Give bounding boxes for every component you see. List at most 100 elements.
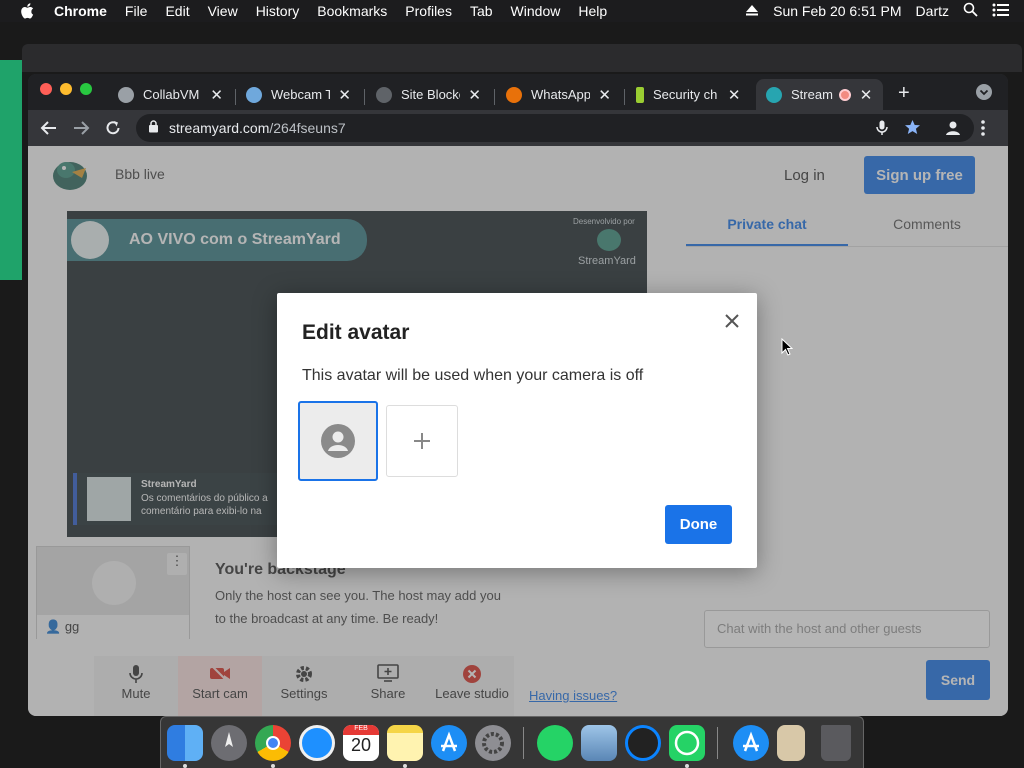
dock-divider [523, 727, 524, 759]
lock-icon[interactable] [148, 120, 159, 136]
bookmark-star-icon[interactable] [904, 119, 921, 139]
tab-divider [624, 89, 625, 105]
profile-icon[interactable] [944, 119, 962, 142]
desktop-background-window [0, 60, 22, 280]
tab-title: WhatsApp [531, 87, 591, 102]
menu-file[interactable]: File [125, 3, 148, 19]
document-thumbnail-icon[interactable] [777, 725, 805, 761]
streamyard-favicon-icon [766, 86, 782, 103]
globe-favicon-icon [376, 86, 392, 103]
menu-bar: Chrome File Edit View History Bookmarks … [0, 0, 1024, 22]
tab-close-icon[interactable]: ✕ [210, 86, 223, 104]
trash-icon[interactable] [821, 725, 851, 761]
running-indicator [685, 764, 689, 768]
whatsapp-app-icon[interactable] [669, 725, 705, 761]
menu-tab[interactable]: Tab [470, 3, 493, 19]
calendar-month: FEB [343, 725, 379, 735]
control-center-icon[interactable] [992, 3, 1010, 20]
tab-site-blocker[interactable]: Site Blocke ✕ [366, 79, 491, 110]
quicktime-icon[interactable] [625, 725, 661, 761]
tab-title: Webcam Te [271, 87, 331, 102]
menu-edit[interactable]: Edit [165, 3, 189, 19]
tab-webcam[interactable]: Webcam Te ✕ [236, 79, 361, 110]
background-window-toolbar [22, 44, 1022, 72]
safari-icon[interactable] [299, 725, 335, 761]
tab-title: CollabVM S [143, 87, 202, 102]
plus-icon [414, 433, 430, 449]
tab-strip: CollabVM S ✕ Webcam Te ✕ Site Blocke ✕ W… [28, 74, 1008, 110]
reload-icon[interactable] [104, 119, 122, 142]
tab-search-icon[interactable] [976, 84, 992, 100]
collabvm-favicon-icon [118, 86, 134, 103]
app-store-download-icon[interactable] [733, 725, 769, 761]
security-favicon-icon [636, 86, 644, 103]
tab-streamyard[interactable]: Stream ✕ [756, 79, 883, 110]
apple-icon[interactable] [20, 3, 38, 19]
done-button[interactable]: Done [665, 505, 732, 544]
tab-divider [364, 89, 365, 105]
warning-favicon-icon [506, 86, 522, 103]
running-indicator [271, 764, 275, 768]
tab-close-icon[interactable]: ✕ [338, 86, 351, 104]
menu-profiles[interactable]: Profiles [405, 3, 452, 19]
page-content: Bbb live Log in Sign up free AO VIVO com… [28, 146, 1008, 716]
user-avatar-icon [321, 424, 355, 458]
window-close-button[interactable] [40, 83, 52, 95]
browser-window: CollabVM S ✕ Webcam Te ✕ Site Blocke ✕ W… [28, 74, 1008, 716]
close-icon[interactable] [720, 309, 744, 333]
tab-security-check[interactable]: Security ch ✕ [626, 79, 751, 110]
menu-app-name[interactable]: Chrome [54, 3, 107, 19]
tab-title: Security ch [653, 87, 718, 102]
menu-user[interactable]: Dartz [916, 3, 949, 19]
tab-close-icon[interactable]: ✕ [859, 86, 873, 104]
preview-icon[interactable] [581, 725, 617, 761]
url-host: streamyard.com [169, 120, 270, 136]
tab-title: Site Blocke [401, 87, 461, 102]
mouse-cursor-icon [781, 337, 794, 361]
eject-icon[interactable] [745, 3, 759, 19]
running-indicator [403, 764, 407, 768]
menu-bookmarks[interactable]: Bookmarks [317, 3, 387, 19]
webcam-favicon-icon [246, 86, 262, 103]
menu-window[interactable]: Window [511, 3, 561, 19]
window-zoom-button[interactable] [80, 83, 92, 95]
notes-icon[interactable] [387, 725, 423, 761]
calendar-date: 20 [350, 735, 372, 755]
address-bar[interactable]: streamyard.com /264fseuns7 [136, 114, 974, 142]
microphone-icon[interactable] [876, 120, 888, 139]
edit-avatar-dialog: Edit avatar This avatar will be used whe… [277, 293, 757, 568]
finder-icon[interactable] [167, 725, 203, 761]
back-arrow-icon[interactable] [40, 119, 58, 142]
tab-close-icon[interactable]: ✕ [468, 86, 481, 104]
app-store-icon[interactable] [431, 725, 467, 761]
add-avatar-button[interactable] [386, 405, 458, 477]
launchpad-icon[interactable] [211, 725, 247, 761]
forward-arrow-icon[interactable] [72, 119, 90, 142]
calendar-icon[interactable]: FEB 20 [343, 725, 379, 761]
default-avatar-option[interactable] [298, 401, 378, 481]
tab-divider [494, 89, 495, 105]
chrome-icon[interactable] [255, 725, 291, 761]
menu-help[interactable]: Help [578, 3, 607, 19]
url-path: /264fseuns7 [269, 120, 346, 136]
tab-collabvm[interactable]: CollabVM S ✕ [108, 79, 233, 110]
menu-clock[interactable]: Sun Feb 20 6:51 PM [773, 3, 901, 19]
system-preferences-icon[interactable] [475, 725, 511, 761]
tab-close-icon[interactable]: ✕ [598, 86, 611, 104]
dock-divider [717, 727, 718, 759]
whatsapp-icon[interactable] [537, 725, 573, 761]
menu-history[interactable]: History [256, 3, 300, 19]
dock: FEB 20 [160, 716, 864, 768]
tab-whatsapp[interactable]: WhatsApp ✕ [496, 79, 621, 110]
spotlight-search-icon[interactable] [963, 2, 978, 20]
new-tab-button[interactable]: + [898, 82, 910, 105]
dialog-subtitle: This avatar will be used when your camer… [302, 367, 644, 384]
recording-indicator-icon [839, 88, 851, 101]
running-indicator [183, 764, 187, 768]
browser-toolbar: streamyard.com /264fseuns7 [28, 110, 1008, 146]
tab-title: Stream [791, 87, 833, 102]
menu-view[interactable]: View [208, 3, 238, 19]
more-menu-icon[interactable] [980, 119, 986, 142]
tab-close-icon[interactable]: ✕ [727, 86, 741, 104]
window-minimize-button[interactable] [60, 83, 72, 95]
